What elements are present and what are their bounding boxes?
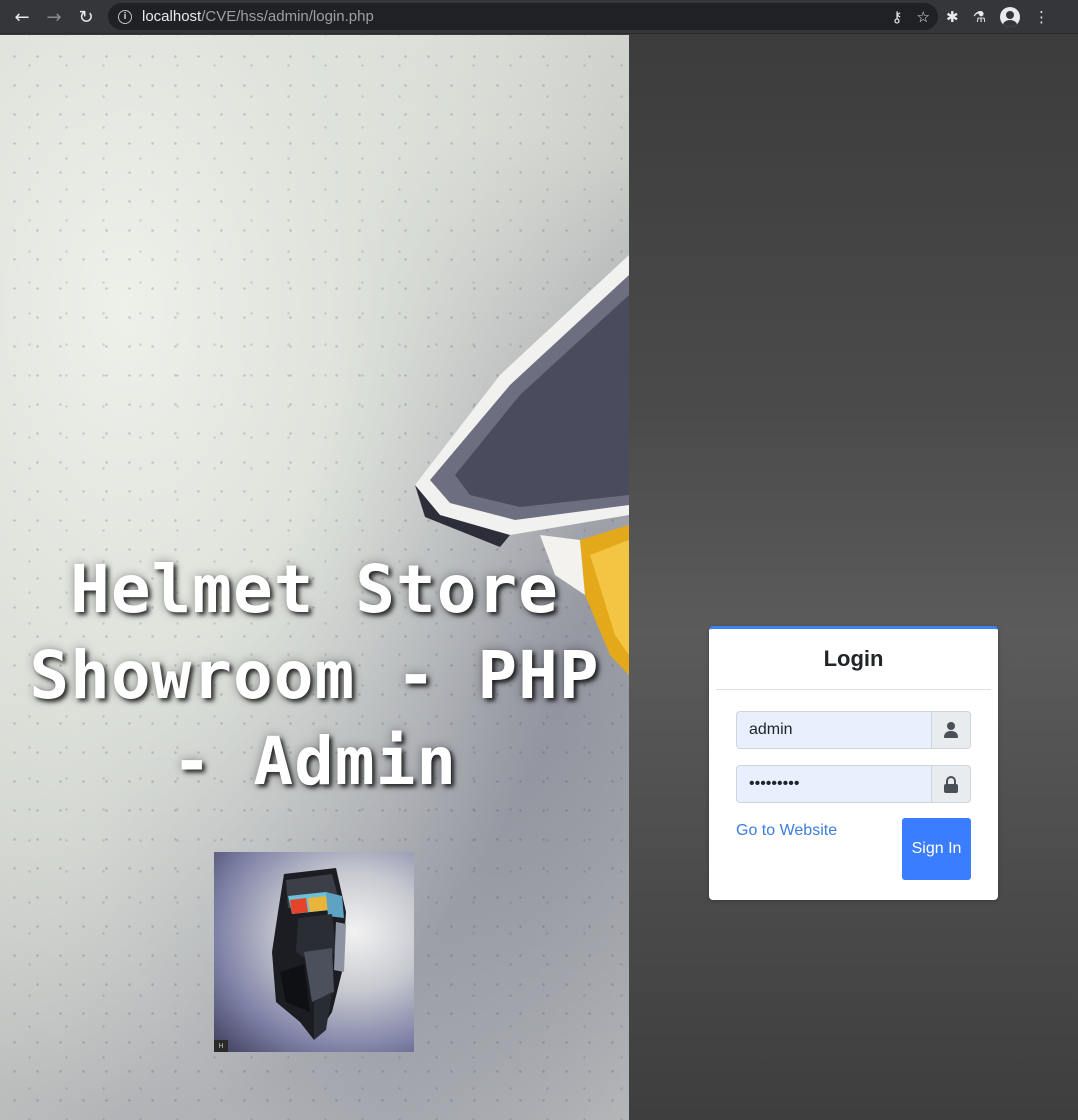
reload-icon: ↻ [78,6,94,28]
username-input-group [736,711,971,749]
forward-button[interactable]: → [38,1,70,33]
address-bar[interactable]: i localhost /CVE/hss/admin/login.php ⚷ ☆ [108,3,938,30]
password-input-group [736,765,971,803]
flask-icon[interactable]: ⚗ [973,8,986,26]
browser-toolbar: ← → ↻ i localhost /CVE/hss/admin/login.p… [0,0,1078,34]
username-input[interactable] [736,711,931,749]
login-backdrop [629,35,1078,1120]
login-card: Login Go to Website Sign In [709,626,998,900]
password-addon [931,765,971,803]
arrow-right-icon: → [46,6,62,28]
kebab-menu-icon[interactable]: ⋮ [1034,8,1049,26]
login-card-header: Login [716,629,991,690]
logo-corner-mark: H [214,1040,228,1052]
hero-background: Helmet Store Showroom - PHP - Admin H [0,35,629,1120]
url-host: localhost [142,8,202,25]
puzzle-icon[interactable]: ✱ [946,8,959,26]
hero-title: Helmet Store Showroom - PHP - Admin [29,551,600,800]
back-button[interactable]: ← [6,1,38,33]
profile-avatar-icon[interactable] [1000,7,1021,27]
login-title: Login [823,646,884,671]
url-path: /CVE/hss/admin/login.php [201,8,374,25]
star-icon[interactable]: ☆ [917,8,930,26]
key-icon[interactable]: ⚷ [892,8,903,26]
arrow-left-icon: ← [14,6,30,28]
lock-icon [944,775,958,793]
sign-in-button[interactable]: Sign In [902,818,971,880]
password-input[interactable] [736,765,931,803]
info-icon[interactable]: i [118,9,132,24]
user-icon [944,722,958,738]
username-addon [931,711,971,749]
go-to-website-link[interactable]: Go to Website [736,822,837,840]
reload-button[interactable]: ↻ [70,1,102,33]
helmet-logo-image: H [214,852,414,1052]
helmet-logo-icon [272,868,346,1040]
